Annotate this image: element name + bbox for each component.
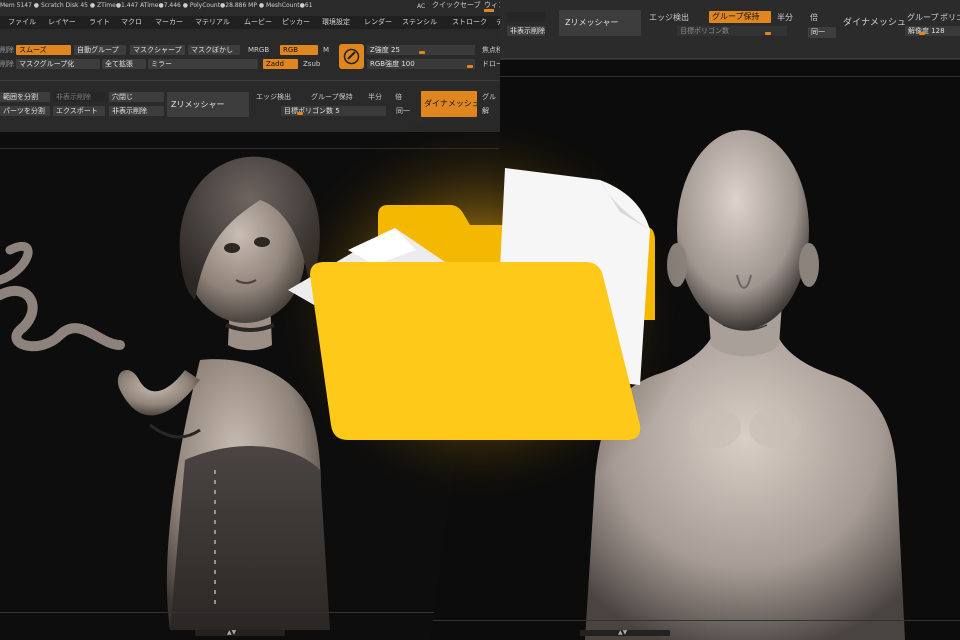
menu-picker[interactable]: ピッカー <box>282 16 310 29</box>
group-label: グル <box>482 93 496 101</box>
zsub-label[interactable]: Zsub <box>303 60 320 69</box>
hidden-delete-disabled[interactable]: 非表示削除 <box>53 92 105 102</box>
menu-light[interactable]: ライト <box>89 16 110 29</box>
status-ac: AC <box>417 3 426 10</box>
draw-label[interactable]: ドロー <box>482 60 500 69</box>
half-label: 半分 <box>368 93 382 101</box>
rgb-button[interactable]: RGB <box>280 45 318 55</box>
menu-movie[interactable]: ムービー <box>244 16 272 29</box>
row1-label: 削除 <box>0 46 14 54</box>
z-intensity-slider[interactable]: Z強度 25 <box>367 45 475 55</box>
left-toolbar: Mem 5147 ● Scratch Disk 45 ● ZTime●1.447… <box>0 0 500 132</box>
target-poly-slider[interactable]: 目標ポリゴン数 5 <box>281 106 386 116</box>
r-same-button[interactable]: 同一 <box>808 27 836 38</box>
composite-scene: { "left_window": { "status_bar": "Mem 51… <box>0 0 960 640</box>
menu-layer[interactable]: レイヤー <box>48 16 76 29</box>
keep-groups-label[interactable]: グループ保持 <box>311 93 353 102</box>
sculpt-figure <box>0 156 330 630</box>
r-resolution-slider[interactable]: 解像度 128 <box>905 26 960 36</box>
mirror-button[interactable]: ミラー <box>148 59 258 69</box>
right-window: 非表示削除 Zリメッシャー エッジ検出 グループ保持 半分 目標ポリゴン数 倍 … <box>425 0 960 640</box>
menu-stroke[interactable]: ストローク <box>452 16 487 29</box>
split-group-button[interactable]: 範囲を分割 <box>0 92 50 102</box>
dynamesh-button[interactable]: ダイナメッシュ <box>421 91 477 117</box>
right-toolbar: 非表示削除 Zリメッシャー エッジ検出 グループ保持 半分 目標ポリゴン数 倍 … <box>425 0 960 60</box>
zadd-button[interactable]: Zadd <box>263 59 298 69</box>
edge-detect-label: エッジ検出 <box>256 93 291 101</box>
r-group-label: グループ <box>907 13 939 22</box>
r-keep-groups-button[interactable]: グループ保持 <box>709 11 771 23</box>
left-scrollbar[interactable]: ▲▼ <box>195 629 285 636</box>
status-bar: Mem 5147 ● Scratch Disk 45 ● ZTime●1.447… <box>0 2 313 9</box>
brush-icon[interactable] <box>339 44 364 69</box>
r-zremesher-button[interactable]: Zリメッシャー <box>559 10 641 36</box>
r-target-poly-slider[interactable]: 目標ポリゴン数 <box>677 26 787 36</box>
quicksave-label[interactable]: クイックセーブ <box>432 1 481 10</box>
anchor-label[interactable]: 焦点移 <box>482 46 500 55</box>
r-half-label: 半分 <box>777 13 793 22</box>
left-window: Mem 5147 ● Scratch Disk 45 ● ZTime●1.447… <box>0 0 500 640</box>
autogroup-button[interactable]: 自動グループ <box>74 45 126 55</box>
delete-hidden-button[interactable]: 非表示削除 <box>109 106 164 116</box>
r-dynamesh-label: ダイナメッシュ <box>843 18 906 28</box>
r-top-blank-button[interactable] <box>507 12 545 22</box>
export-button[interactable]: エクスポート <box>53 106 105 116</box>
r-poly-label: ポリゴ <box>940 13 960 22</box>
menu-render[interactable]: レンダー <box>364 16 392 29</box>
main-menu: ファイル レイヤー ライト マクロ マーカー マテリアル ムービー ピッカー 環… <box>0 16 500 29</box>
close-holes-button[interactable]: 穴閉じ <box>109 92 164 102</box>
split-parts-button[interactable]: パーツを分割 <box>0 106 50 116</box>
menu-file[interactable]: ファイル <box>8 16 36 29</box>
menu-preferences[interactable]: 環境設定 <box>322 16 350 29</box>
menu-macro[interactable]: マクロ <box>121 16 142 29</box>
r-edge-detect-label: エッジ検出 <box>649 13 689 22</box>
smooth-button[interactable]: スムーズ <box>16 45 71 55</box>
row2-label: 削除 <box>0 60 14 68</box>
mask-group-button[interactable]: マスクグループ化 <box>16 59 100 69</box>
right-scrollbar[interactable]: ▲▼ <box>580 629 670 636</box>
m-label[interactable]: M <box>323 46 329 55</box>
menu-toggle[interactable] <box>484 9 494 12</box>
menu-marker[interactable]: マーカー <box>155 16 183 29</box>
r-hidden-delete-button[interactable]: 非表示削除 <box>507 26 545 36</box>
mrgb-label[interactable]: MRGB <box>248 46 269 55</box>
mannequin-figure <box>585 130 905 640</box>
same-label[interactable]: 同一 <box>396 107 410 116</box>
zremesher-button[interactable]: Zリメッシャー <box>167 92 249 117</box>
menu-te[interactable]: テ <box>496 16 500 29</box>
mask-blur-button[interactable]: マスクぼかし <box>188 45 240 55</box>
menu-stencil[interactable]: ステンシル <box>402 16 437 29</box>
menu-material[interactable]: マテリアル <box>195 16 230 29</box>
double-label: 倍 <box>395 93 402 101</box>
r-double-label: 倍 <box>810 13 818 22</box>
mask-sharp-button[interactable]: マスクシャープ <box>130 45 185 55</box>
resolution-prefix: 解 <box>482 107 489 115</box>
grow-all-button[interactable]: 全て拡張 <box>102 59 146 69</box>
rgb-intensity-slider[interactable]: RGB強度 100 <box>367 59 475 69</box>
